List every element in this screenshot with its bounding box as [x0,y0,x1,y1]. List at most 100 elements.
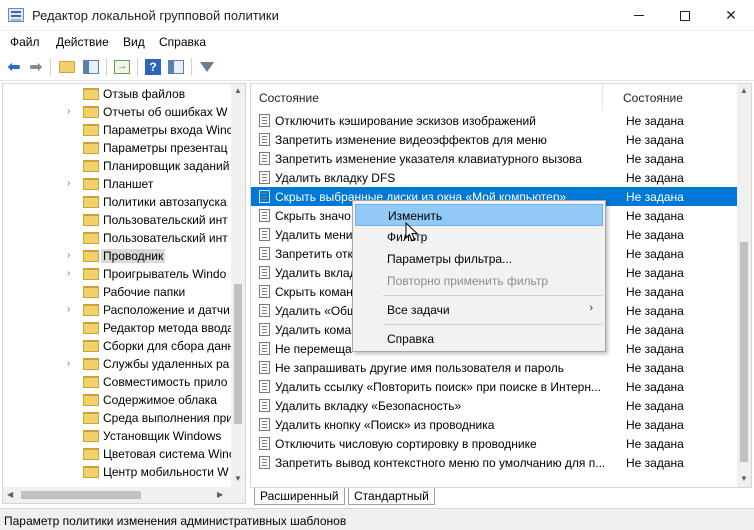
folder-icon [83,376,99,388]
context-menu-edit-label: Изменить [388,209,443,223]
tree-pane[interactable]: Отзыв файлов › Отчеты об ошибках W Параметр… [2,83,246,504]
tree-item[interactable]: Пользовательский инт [3,211,233,229]
tree-item-label: Проигрыватель Windo [103,267,227,281]
policy-state: Не задана [626,190,684,204]
tree-item[interactable]: › Планшет [3,175,233,193]
expand-chevron-icon[interactable]: › [67,106,70,117]
context-menu-all-tasks[interactable]: Все задачи › [355,299,603,321]
tree-item[interactable]: Рабочие папки [3,283,233,301]
policy-setting-icon [259,114,270,127]
policy-row[interactable]: Запретить вывод контекстного меню по умо… [251,453,737,472]
tree-horizontal-scrollbar[interactable]: ◀ ▶ [3,487,245,503]
policy-name: Не запрашивать другие имя пользователя и… [275,361,565,375]
context-menu-help[interactable]: Справка [355,328,603,350]
list-vertical-scrollbar[interactable]: ▲ ▼ [737,84,751,487]
context-menu-edit[interactable]: Изменить [355,204,603,226]
policy-row[interactable]: Не запрашивать другие имя пользователя и… [251,358,737,377]
policy-row[interactable]: Удалить ссылку «Повторить поиск» при пои… [251,377,737,396]
tree-item[interactable]: › Службы удаленных ра [3,355,233,373]
filter-button[interactable] [198,58,216,76]
scroll-right-icon[interactable]: ▶ [217,490,223,499]
help-button[interactable]: ? [144,58,162,76]
expand-chevron-icon[interactable]: › [67,268,70,279]
tree-item[interactable]: › Расположение и датчи [3,301,233,319]
tree-item[interactable]: Параметры презентац [3,139,233,157]
policy-row[interactable]: Удалить вкладку «Безопасность» Не задана [251,396,737,415]
menu-file[interactable]: Файл [10,35,40,49]
column-header-state[interactable]: Состояние [623,84,683,110]
up-button[interactable] [58,58,76,76]
tree-item[interactable]: Параметры входа Winc [3,121,233,139]
scroll-left-icon[interactable]: ◀ [7,490,13,499]
tree-item[interactable]: › Проигрыватель Windo [3,265,233,283]
maximize-button[interactable] [662,0,708,31]
scroll-up-icon[interactable]: ▲ [740,86,748,95]
tab-extended[interactable]: Расширенный [254,488,345,505]
policy-row[interactable]: Отключить числовую сортировку в проводни… [251,434,737,453]
tree-item-label: Параметры презентац [103,141,228,155]
properties-button[interactable] [167,58,185,76]
back-button[interactable]: ⬅ [5,58,23,76]
expand-chevron-icon[interactable]: › [67,250,70,261]
policy-state: Не задана [626,133,684,147]
tree-item[interactable]: Планировщик заданий [3,157,233,175]
forward-button[interactable]: ➡ [27,58,45,76]
policy-state: Не задана [626,380,684,394]
menu-action[interactable]: Действие [56,35,109,49]
tree-item-label: Установщик Windows [103,429,222,443]
folder-icon [83,88,99,100]
policy-row[interactable]: Удалить кнопку «Поиск» из проводника Не з… [251,415,737,434]
tree-item[interactable]: › Проводник [3,247,233,265]
scroll-down-icon[interactable]: ▼ [234,474,242,483]
tree-item[interactable]: Содержимое облака [3,391,233,409]
policy-name: Удалить вкладку DFS [275,171,396,185]
tree-item[interactable]: › Отчеты об ошибках W [3,103,233,121]
list-scroll-thumb[interactable] [740,242,748,462]
tree-vertical-scrollbar[interactable]: ▲ ▼ [231,84,245,487]
scroll-up-icon[interactable]: ▲ [234,86,242,95]
menu-help[interactable]: Справка [159,35,206,49]
folder-icon [83,232,99,244]
context-menu-filter-options[interactable]: Параметры фильтра... [355,248,603,270]
tree-scroll-thumb[interactable] [234,284,242,424]
expand-chevron-icon[interactable]: › [67,178,70,189]
close-button[interactable]: ✕ [708,0,754,31]
minimize-button[interactable] [616,0,662,31]
back-arrow-icon: ⬅ [7,59,21,76]
tree-item[interactable]: Сборки для сбора данн [3,337,234,355]
menu-view[interactable]: Вид [123,35,145,49]
policy-name: Запретить отк [275,247,353,261]
policy-row[interactable]: Удалить вкладку DFS Не задана [251,168,737,187]
policy-row[interactable]: Отключить кэширование эскизов изображени… [251,111,737,130]
folder-icon [83,394,99,406]
column-divider[interactable] [602,84,603,110]
policy-row[interactable]: Запретить изменение видеоэффектов для ме… [251,130,737,149]
tree-item[interactable]: Среда выполнения при [3,409,233,427]
folder-icon [83,214,99,226]
tree-item[interactable]: Редактор метода ввода [3,319,234,337]
expand-chevron-icon[interactable]: › [67,358,70,369]
tab-standard[interactable]: Стандартный [348,488,435,505]
tree-item[interactable]: Цветовая система Winc [3,445,235,463]
tree-item[interactable]: Центр мобильности W [3,463,233,481]
folder-icon [83,106,99,118]
show-hide-tree-button[interactable] [82,58,100,76]
tree-hscroll-thumb[interactable] [21,491,141,499]
tree-item[interactable]: Совместимость прило [3,373,233,391]
folder-icon [83,448,99,460]
tree-item[interactable]: Установщик Windows [3,427,233,445]
column-header-setting[interactable]: Состояние [259,84,319,110]
policy-row[interactable]: Запретить изменение указателя клавиатурн… [251,149,737,168]
tree-item[interactable]: Отзыв файлов [3,85,233,103]
scroll-down-icon[interactable]: ▼ [740,474,748,483]
folder-icon [83,178,99,190]
export-list-button[interactable]: → [113,58,131,76]
tree-item[interactable]: Пользовательский инт [3,229,233,247]
tree-item[interactable]: Политики автозапуска [3,193,233,211]
context-menu-filter[interactable]: Фильтр [355,226,603,248]
policy-name: Не перемеща [275,342,352,356]
policy-state: Не задана [626,437,684,451]
expand-chevron-icon[interactable]: › [67,304,70,315]
policy-state: Не задана [626,361,684,375]
policy-state: Не задана [626,418,684,432]
